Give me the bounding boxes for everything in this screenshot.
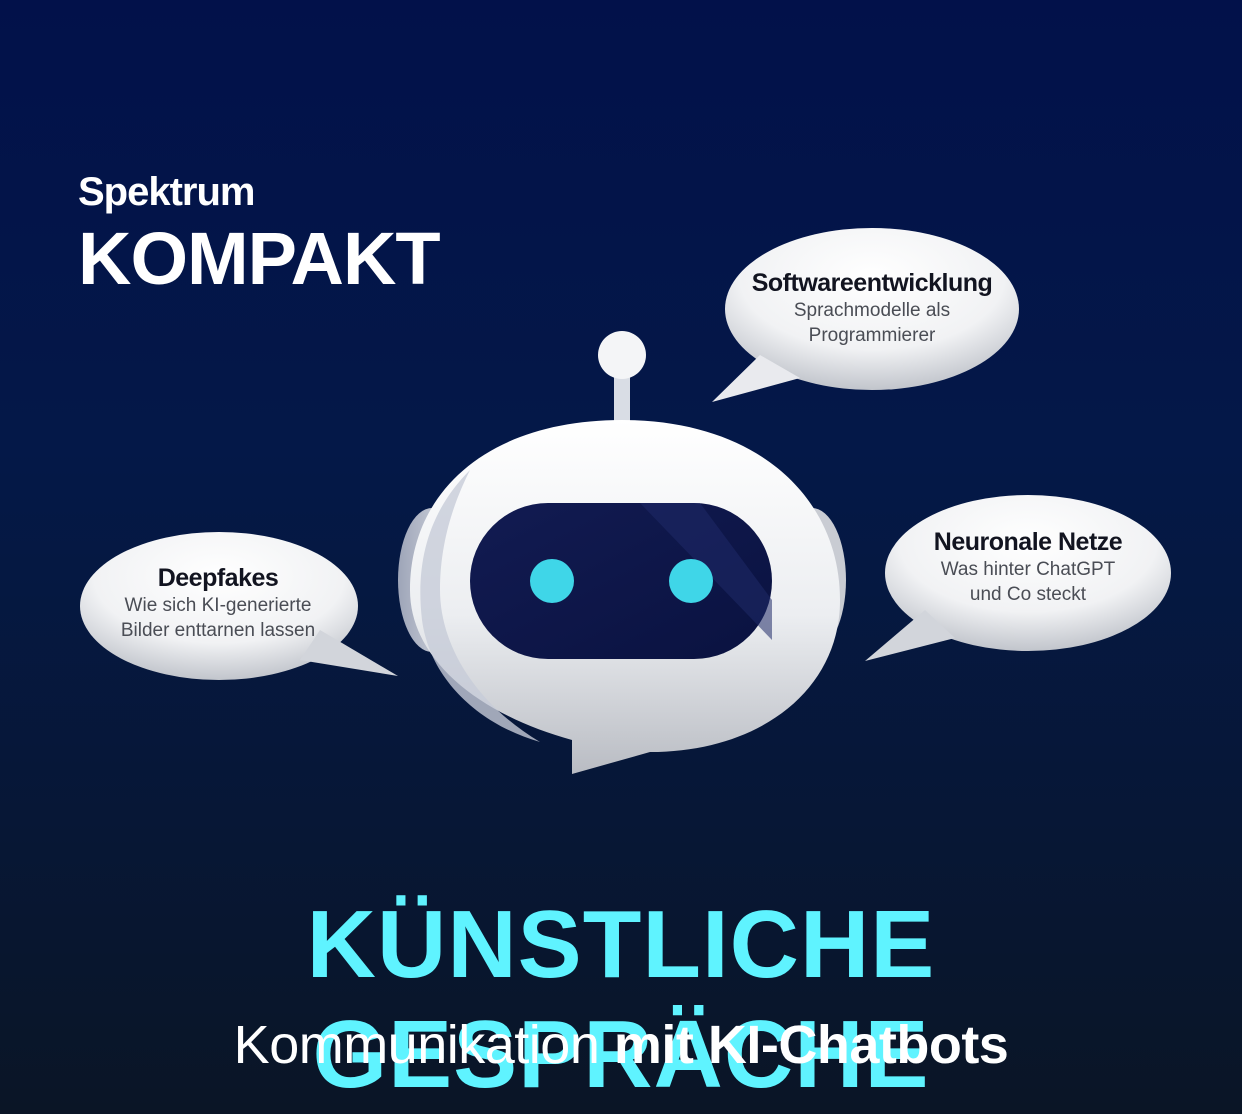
robot-left-eye — [530, 559, 574, 603]
robot-chatbot-icon — [398, 331, 846, 774]
bubble-software-line2: Programmierer — [808, 325, 936, 346]
bubble-neuronal-line1: Was hinter ChatGPT — [940, 559, 1116, 580]
bubble-deepfakes-title: Deepfakes — [157, 564, 279, 592]
robot-right-eye — [669, 559, 713, 603]
bubble-software-text: Softwareentwicklung Sprachmodelle als Pr… — [727, 268, 1017, 348]
subline-regular: Kommunikation — [233, 1015, 614, 1075]
bubble-neuronal-line2: und Co steckt — [969, 584, 1087, 605]
subline: Kommunikation mit KI-Chatbots — [0, 1012, 1242, 1078]
bubble-deepfakes-text: Deepfakes Wie sich KI-generierte Bilder … — [83, 563, 353, 643]
bubble-neuronal-text: Neuronale Netze Was hinter ChatGPT und C… — [890, 527, 1166, 607]
bubble-deepfakes-line2: Bilder enttarnen lassen — [120, 620, 316, 641]
bubble-deepfakes-line1: Wie sich KI-generierte — [124, 595, 312, 616]
subline-bold: mit KI-Chatbots — [613, 1015, 1009, 1075]
bubble-software-line1: Sprachmodelle als — [793, 300, 951, 321]
bubble-neuronal-title: Neuronale Netze — [933, 528, 1123, 556]
bubble-software-title: Softwareentwicklung — [751, 269, 993, 297]
